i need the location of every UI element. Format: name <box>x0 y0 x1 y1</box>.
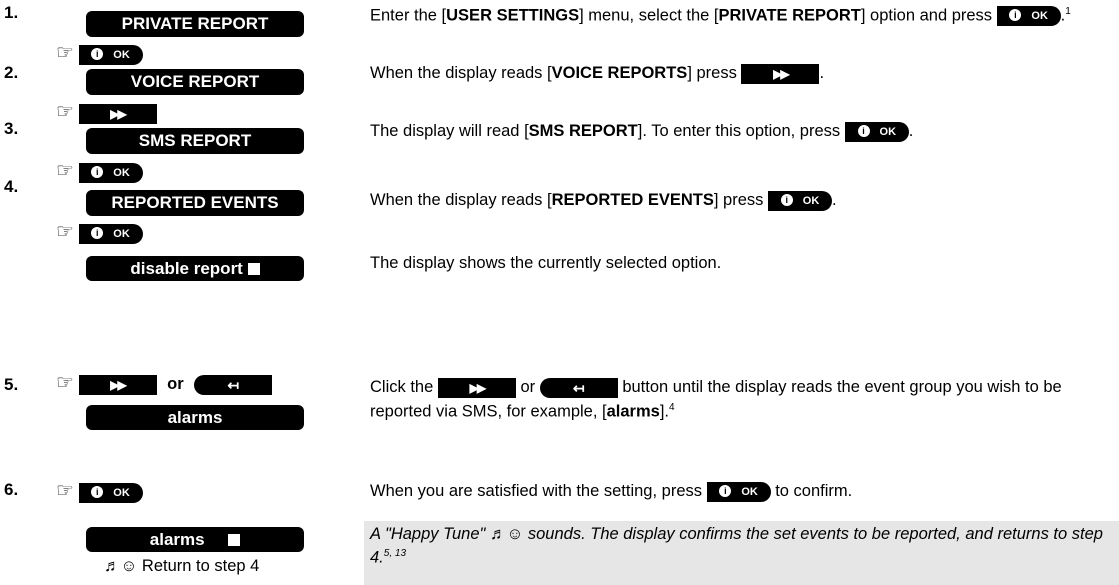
key-hint: ☞ i OK <box>56 43 143 65</box>
step-number: 2. <box>4 63 19 82</box>
next-button[interactable]: ▶▶ <box>741 63 820 84</box>
checkbox-square-icon <box>247 263 260 275</box>
ok-button[interactable]: i OK <box>706 481 771 502</box>
lcd-display: PRIVATE REPORT <box>86 11 304 37</box>
ok-button[interactable]: i OK <box>768 190 833 211</box>
step-description: When the display reads [VOICE REPORTS] p… <box>370 63 825 84</box>
pointing-hand-icon: ☞ <box>56 221 74 243</box>
ok-button[interactable]: i OK <box>78 482 143 503</box>
ok-button[interactable]: i OK <box>78 44 143 65</box>
back-button[interactable]: ↤ <box>539 377 618 398</box>
next-button[interactable]: ▶▶ <box>437 377 516 398</box>
ok-button[interactable]: i OK <box>844 121 909 142</box>
step-number: 1. <box>4 3 19 22</box>
pointing-hand-icon: ☞ <box>56 480 74 502</box>
key-hint: ☞ i OK <box>56 161 143 183</box>
step-description: The display will read [SMS REPORT]. To e… <box>370 121 914 142</box>
ok-button[interactable]: i OK <box>78 162 143 183</box>
step-description: When the display reads [REPORTED EVENTS]… <box>370 190 837 211</box>
lcd-display: SMS REPORT <box>86 128 304 154</box>
step-number: 3. <box>4 119 19 138</box>
lcd-display: alarms <box>86 527 304 552</box>
result-note: A "Happy Tune" ♬☺ sounds. The display co… <box>364 521 1119 585</box>
ok-button[interactable]: i OK <box>996 6 1061 27</box>
step-number: 4. <box>4 177 19 196</box>
pointing-hand-icon: ☞ <box>56 42 74 64</box>
key-hint: ☞ i OK <box>56 481 143 503</box>
pointing-hand-icon: ☞ <box>56 372 74 394</box>
return-note: ♬☺ Return to step 4 <box>104 557 260 575</box>
step-description: Enter the [USER SETTINGS] menu, select t… <box>370 6 1071 27</box>
step-number: 6. <box>4 480 19 499</box>
pointing-hand-icon: ☞ <box>56 101 74 123</box>
step-description: The display shows the currently selected… <box>370 254 722 272</box>
back-button[interactable]: ↤ <box>194 374 273 395</box>
key-hint: ☞ i OK <box>56 222 143 244</box>
ok-button[interactable]: i OK <box>78 223 143 244</box>
lcd-display: disable report <box>86 256 304 281</box>
key-hint: ☞ ▶▶ or ↤ <box>56 372 273 395</box>
pointing-hand-icon: ☞ <box>56 160 74 182</box>
lcd-display: REPORTED EVENTS <box>86 190 304 216</box>
checkbox-square-icon <box>228 534 241 546</box>
step-description: When you are satisfied with the setting,… <box>370 481 853 502</box>
step-description: Click the ▶▶ or ↤ button until the displ… <box>370 377 1062 421</box>
step-number: 5. <box>4 375 19 394</box>
next-button[interactable]: ▶▶ <box>78 374 157 395</box>
lcd-display: VOICE REPORT <box>86 69 304 95</box>
next-button[interactable]: ▶▶ <box>78 103 157 124</box>
key-hint: ☞ ▶▶ <box>56 102 157 124</box>
lcd-display: alarms <box>86 405 304 430</box>
